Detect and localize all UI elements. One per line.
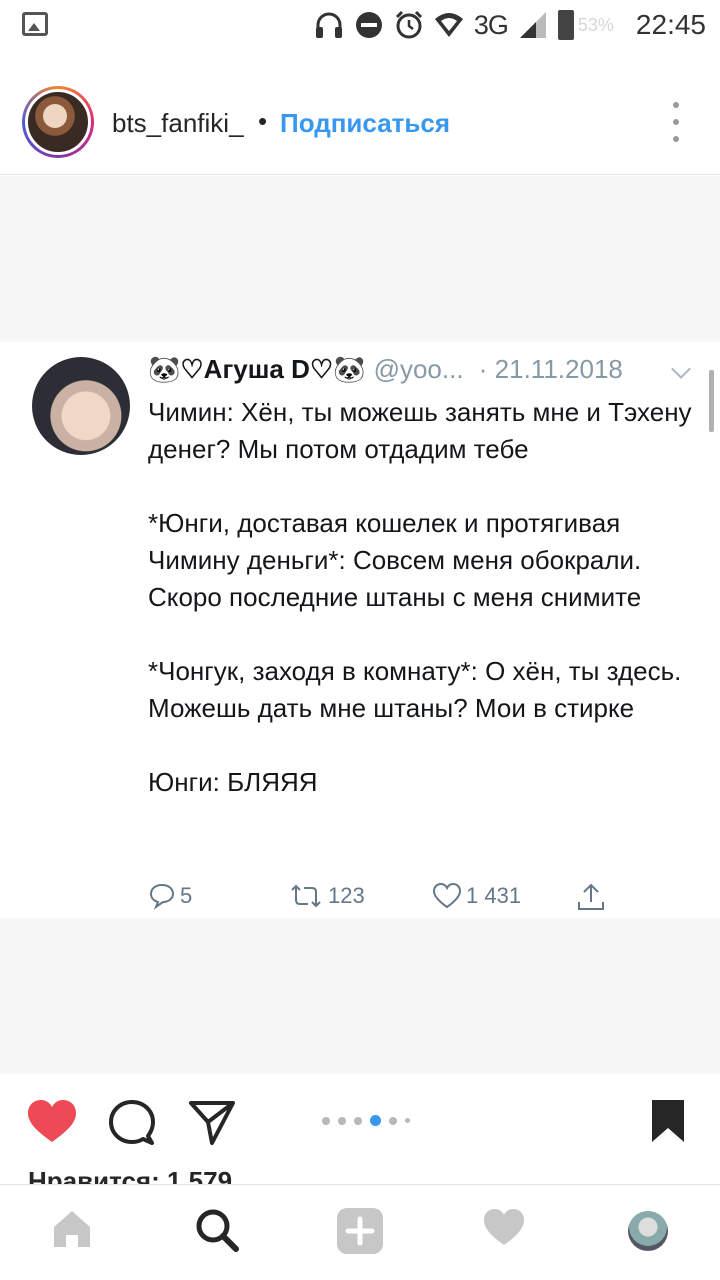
share-icon xyxy=(578,883,604,910)
retweet-icon xyxy=(291,884,321,908)
reply-icon xyxy=(149,883,175,910)
clock: 22:45 xyxy=(635,9,706,40)
profile-avatar-icon[interactable] xyxy=(628,1211,668,1251)
tweet-like: 1 431 xyxy=(432,882,521,910)
tweet-text: Чимин: Хён, ты можешь занять мне и Тэхен… xyxy=(148,397,692,797)
carousel-dot-active xyxy=(370,1115,381,1126)
wifi-icon xyxy=(434,13,463,37)
more-vertical-icon[interactable] xyxy=(670,102,682,142)
headphones-icon xyxy=(315,12,342,38)
scroll-indicator xyxy=(709,370,714,432)
tweet-date: · 21.11.2018 xyxy=(478,354,623,384)
tweet-handle: @yoo... xyxy=(373,354,464,384)
carousel-dot xyxy=(338,1116,346,1125)
signal-icon xyxy=(519,12,546,38)
post-header: bts_fanfiki_ • Подписаться xyxy=(0,70,720,175)
status-icons: 3G 53% 22:45 xyxy=(314,6,706,44)
send-icon[interactable] xyxy=(188,1098,236,1146)
tweet-actions: 5 123 1 431 xyxy=(148,882,628,918)
tweet-retweet: 123 xyxy=(288,882,365,910)
comment-icon[interactable] xyxy=(108,1098,156,1146)
heart-filled-icon[interactable] xyxy=(26,1098,78,1144)
tweet-avatar xyxy=(32,357,130,455)
alarm-icon xyxy=(395,10,422,39)
status-bar: 3G 53% 22:45 xyxy=(0,0,720,50)
author-avatar[interactable] xyxy=(22,86,94,158)
do-not-disturb-icon xyxy=(355,12,382,38)
image-icon xyxy=(22,12,48,36)
author-username[interactable]: bts_fanfiki_ xyxy=(112,108,244,139)
add-icon[interactable] xyxy=(336,1207,384,1255)
chevron-down-icon xyxy=(671,359,691,379)
tweet-header: 🐼♡Агуша D♡🐼 @yoo... · 21.11.2018 xyxy=(148,354,623,385)
tweet-reply: 5 xyxy=(148,882,192,910)
carousel-indicator xyxy=(322,1115,410,1126)
battery-indicator: 53% xyxy=(557,10,614,40)
search-icon[interactable] xyxy=(194,1207,240,1253)
carousel-dot xyxy=(354,1116,362,1125)
heart-icon[interactable] xyxy=(482,1207,526,1247)
network-type: 3G xyxy=(473,9,509,40)
heart-outline-icon xyxy=(432,882,462,909)
bottom-navigation xyxy=(0,1184,720,1280)
home-icon[interactable] xyxy=(50,1207,94,1251)
separator-dot: • xyxy=(258,106,268,136)
battery-icon xyxy=(557,10,574,40)
carousel-dot xyxy=(389,1116,397,1125)
tweet-share xyxy=(576,882,606,912)
bookmark-icon[interactable] xyxy=(650,1098,686,1144)
post-action-bar: Нравится: 1 579 xyxy=(0,1074,720,1196)
reply-count: 5 xyxy=(180,883,193,908)
avatar-image xyxy=(25,89,91,155)
follow-button[interactable]: Подписаться xyxy=(280,108,450,139)
tweet-card: 🐼♡Агуша D♡🐼 @yoo... · 21.11.2018 Чимин: Х… xyxy=(0,342,720,918)
retweet-count: 123 xyxy=(328,883,365,908)
battery-percent: 53% xyxy=(577,14,614,35)
carousel-dot xyxy=(322,1116,330,1125)
like-count: 1 431 xyxy=(466,883,522,908)
post-image[interactable]: 🐼♡Агуша D♡🐼 @yoo... · 21.11.2018 Чимин: Х… xyxy=(0,176,720,1074)
tweet-display-name: 🐼♡Агуша D♡🐼 xyxy=(148,354,366,384)
carousel-dot xyxy=(405,1118,410,1123)
